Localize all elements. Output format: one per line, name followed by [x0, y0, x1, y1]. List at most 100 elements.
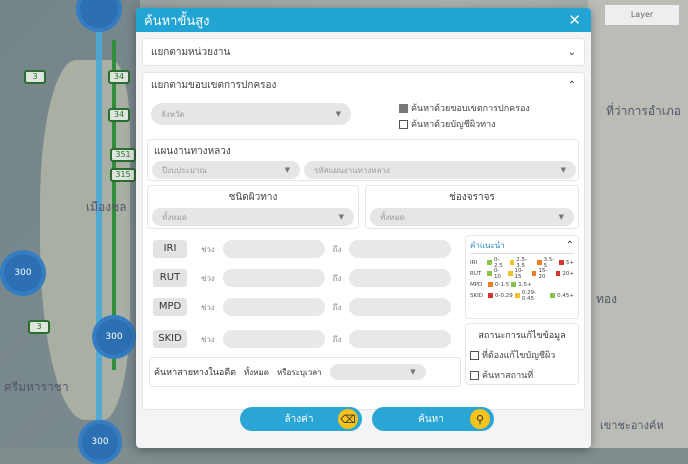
advice-value: 0-0.29	[494, 292, 513, 299]
route-shield: 351	[110, 148, 136, 162]
advice-value: 0.45+	[557, 292, 575, 299]
checkbox-icon	[399, 119, 408, 129]
advanced-search-dialog: ค้นหาขั้นสูง ✕ แยกตามหน่วยงาน ⌄ แยกตามขอ…	[136, 8, 591, 448]
highway-plan-code-select[interactable]: รหัสแผนงานทางหลวง ▼	[304, 161, 576, 179]
layer-button[interactable]: Layer	[604, 4, 680, 26]
history-all-option[interactable]: ทั้งหมด	[244, 366, 269, 379]
rut-to-input[interactable]	[349, 269, 451, 287]
status-checkbox-2[interactable]: ค้นหาสถานที่	[470, 368, 574, 382]
to-label: ถึง	[332, 334, 342, 344]
admin-boundary-label: แยกตามขอบเขตการปกครอง	[151, 79, 277, 91]
mpd-from-input[interactable]	[223, 298, 325, 316]
advice-row-name: MPD	[470, 281, 483, 288]
dialog-header: ค้นหาขั้นสูง ✕	[136, 8, 591, 32]
map-cluster[interactable]: 300	[0, 250, 46, 296]
advice-value: 0.29-0.45	[521, 289, 536, 302]
iri-to-input[interactable]	[349, 240, 451, 258]
map-place-label: เขาชะอางค์ห	[600, 419, 664, 432]
status-panel: สถานะการแก้ไขข้อมูล ที่ต้องแก้ไขบัญชีผิว…	[465, 323, 579, 385]
road-list-checkbox-label: ค้นหาด้วยบัญชีผิวทาง	[411, 120, 496, 130]
map-place-label: ทอง	[596, 292, 617, 306]
clear-button-label: ล้างค่า	[284, 413, 314, 425]
surface-type-placeholder: ทั้งหมด	[162, 212, 187, 222]
chevron-up-icon[interactable]: ⌃	[566, 240, 574, 251]
lane-label: ช่องจราจร	[449, 192, 495, 203]
checkbox-icon	[470, 370, 479, 380]
range-label: ช่วง	[201, 244, 215, 254]
advice-row-name: SKID	[470, 292, 483, 299]
close-icon[interactable]: ✕	[568, 11, 581, 29]
budget-year-placeholder: ปีงบประมาณ	[162, 165, 207, 175]
advice-value: 20+	[562, 270, 574, 277]
range-label: ช่วง	[201, 334, 215, 344]
search-button-label: ค้นหา	[418, 413, 444, 425]
lane-select[interactable]: ทั้งหมด ▼	[370, 208, 574, 226]
rut-range-row: RUT ช่วง ถึง	[153, 268, 459, 288]
surface-type-label: ชนิดผิวทาง	[228, 192, 278, 203]
map-place-label: ศรีมหาราชา	[4, 380, 69, 394]
caret-down-icon: ▼	[558, 213, 564, 221]
chevron-up-icon[interactable]: ⌃	[568, 80, 576, 91]
metric-tag: IRI	[153, 240, 187, 258]
map-place-label: ที่ว่าการอำเภอ	[606, 104, 681, 118]
map-cluster[interactable]: 300	[92, 315, 136, 359]
advice-row-mpd: MPD 0-1.5 1.5+	[470, 279, 574, 290]
admin-boundary-panel: แยกตามขอบเขตการปกครอง ⌃ จังหวัด ▼ ค้นหาด…	[142, 72, 585, 410]
advice-value: 0-1.5	[495, 281, 510, 288]
caret-down-icon: ▼	[560, 166, 566, 174]
map-cluster[interactable]: 300	[78, 420, 122, 464]
range-label: ช่วง	[201, 302, 215, 312]
to-label: ถึง	[332, 273, 342, 283]
road-list-checkbox[interactable]: ค้นหาด้วยบัญชีผิวทาง	[399, 117, 496, 131]
status-checkbox-1[interactable]: ที่ต้องแก้ไขบัญชีผิว	[470, 348, 574, 362]
checkbox-icon	[399, 103, 408, 113]
search-button[interactable]: ค้นหา ⚲	[372, 407, 494, 431]
history-label: ค้นหาสายทางในอดีต	[154, 368, 237, 378]
dialog-title: ค้นหาขั้นสูง	[144, 13, 210, 29]
to-label: ถึง	[332, 302, 342, 312]
surface-type-group: ชนิดผิวทาง ทั้งหมด ▼	[147, 185, 359, 229]
advice-panel: คำแนะนำ ⌃ IRI 0-2.5 2.5-3.5 3.5-5 5+ RUT…	[465, 235, 579, 319]
status-checkbox-2-label: ค้นหาสถานที่	[482, 371, 534, 381]
admin-boundary-checkbox[interactable]: ค้นหาด้วยขอบเขตการปกครอง	[399, 101, 530, 115]
clear-button[interactable]: ล้างค่า ⌫	[240, 407, 362, 431]
metric-tag: SKID	[153, 330, 187, 348]
status-checkbox-1-label: ที่ต้องแก้ไขบัญชีผิว	[482, 351, 556, 361]
highway-plan-code-placeholder: รหัสแผนงานทางหลวง	[314, 165, 390, 175]
agency-accordion-label: แยกตามหน่วยงาน	[151, 46, 231, 58]
advice-title: คำแนะนำ	[470, 241, 505, 250]
mpd-to-input[interactable]	[349, 298, 451, 316]
iri-from-input[interactable]	[223, 240, 325, 258]
history-or-label: หรือระบุเวลา	[276, 367, 322, 377]
mpd-range-row: MPD ช่วง ถึง	[153, 297, 459, 317]
advice-value: 5+	[565, 259, 575, 266]
route-shield: 3	[24, 70, 46, 84]
skid-range-row: SKID ช่วง ถึง	[153, 329, 459, 349]
history-date-select[interactable]: ▼	[329, 364, 426, 380]
caret-down-icon: ▼	[338, 213, 344, 221]
caret-down-icon: ▼	[335, 110, 341, 118]
lane-placeholder: ทั้งหมด	[380, 212, 405, 222]
lane-group: ช่องจราจร ทั้งหมด ▼	[365, 185, 579, 229]
checkbox-icon	[470, 350, 479, 360]
history-search-row: ค้นหาสายทางในอดีต ทั้งหมด หรือระบุเวลา ▼	[149, 357, 461, 387]
skid-from-input[interactable]	[223, 330, 325, 348]
to-label: ถึง	[332, 244, 342, 254]
highway-plan-group: แผนงานทางหลวง ปีงบประมาณ ▼ รหัสแผนงานทาง…	[147, 139, 579, 181]
search-icon: ⚲	[470, 409, 490, 429]
chevron-down-icon[interactable]: ⌄	[568, 47, 576, 58]
budget-year-select[interactable]: ปีงบประมาณ ▼	[152, 161, 300, 179]
status-title: สถานะการแก้ไขข้อมูล	[478, 331, 566, 341]
advice-value: 15-20	[538, 267, 548, 280]
surface-type-select[interactable]: ทั้งหมด ▼	[152, 208, 354, 226]
skid-to-input[interactable]	[349, 330, 451, 348]
eraser-icon: ⌫	[338, 409, 358, 429]
route-shield: 3	[28, 320, 50, 334]
advice-value: 1.5+	[518, 281, 532, 288]
agency-accordion[interactable]: แยกตามหน่วยงาน ⌄	[142, 38, 585, 66]
caret-down-icon: ▼	[284, 166, 290, 174]
rut-from-input[interactable]	[223, 269, 325, 287]
province-select[interactable]: จังหวัด ▼	[151, 103, 351, 125]
metric-tag: RUT	[153, 269, 187, 287]
advice-row-iri: IRI 0-2.5 2.5-3.5 3.5-5 5+	[470, 257, 575, 269]
